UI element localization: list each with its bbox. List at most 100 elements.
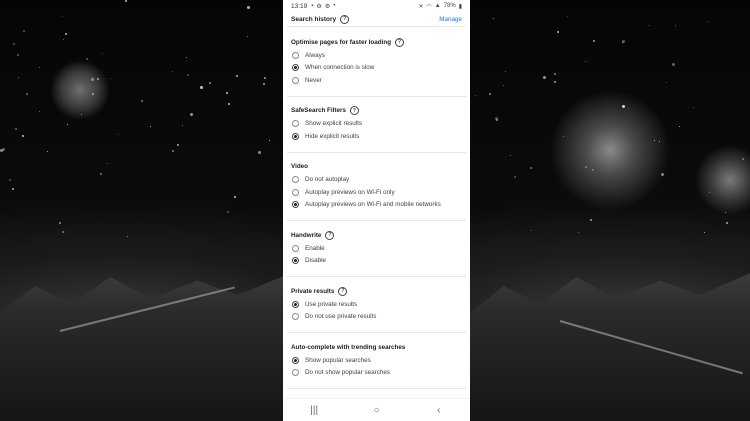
star: [81, 114, 82, 115]
star: [649, 25, 650, 26]
star: [247, 36, 248, 37]
settings-section: Auto-complete with trending searches Show…: [287, 332, 466, 388]
radio-option[interactable]: Use private results: [287, 298, 466, 311]
star: [263, 83, 265, 85]
star: [92, 93, 94, 95]
radio-checked-icon[interactable]: [292, 132, 299, 140]
notification-icons: ▪ ⚙ ⚙ •: [311, 3, 335, 10]
radio-checked-icon[interactable]: [292, 201, 299, 209]
radio-option[interactable]: Do not show popular searches: [287, 367, 466, 380]
radio-checked-icon[interactable]: [292, 64, 299, 72]
section-title: SafeSearch Filters?: [287, 104, 466, 118]
home-icon[interactable]: ○: [366, 405, 386, 416]
star: [661, 173, 664, 176]
gear-icon: ⚙: [316, 3, 322, 10]
star: [63, 39, 64, 40]
star: [578, 232, 579, 233]
star: [666, 82, 667, 83]
radio-unchecked-icon[interactable]: [292, 188, 299, 196]
star: [554, 73, 556, 75]
star: [543, 76, 546, 79]
star: [679, 126, 680, 127]
radio-unchecked-icon[interactable]: [292, 176, 299, 184]
star: [505, 71, 506, 72]
recents-icon[interactable]: |||: [304, 405, 324, 416]
star: [15, 128, 17, 130]
help-icon[interactable]: ?: [338, 286, 348, 296]
star: [228, 103, 230, 105]
star: [654, 140, 655, 141]
radio-unchecked-icon[interactable]: [292, 369, 299, 377]
message-icon: ▪: [311, 2, 314, 9]
radio-option-label: Use private results: [305, 300, 358, 308]
star: [200, 86, 203, 89]
manage-link[interactable]: Manage: [439, 16, 462, 23]
star: [590, 219, 592, 221]
star: [182, 125, 183, 126]
star: [39, 67, 40, 68]
radio-unchecked-icon[interactable]: [292, 76, 299, 84]
star: [554, 81, 556, 83]
radio-unchecked-icon[interactable]: [292, 313, 299, 321]
star: [628, 108, 629, 109]
help-icon[interactable]: ?: [395, 37, 405, 47]
star: [59, 222, 61, 224]
star: [675, 25, 676, 26]
star: [672, 63, 675, 66]
radio-checked-icon[interactable]: [292, 356, 299, 364]
radio-checked-icon[interactable]: [292, 300, 299, 308]
section-title: Auto-complete with trending searches: [287, 340, 466, 354]
radio-unchecked-icon[interactable]: [292, 120, 299, 128]
section-title-label: Private results: [291, 287, 335, 295]
section-title-label: Video: [291, 163, 309, 170]
star: [585, 61, 586, 62]
star: [493, 18, 494, 19]
star: [107, 163, 108, 164]
help-icon[interactable]: ?: [349, 106, 359, 115]
radio-option-label: Autoplay previews on Wi-Fi and mobile ne…: [305, 201, 441, 209]
radio-option[interactable]: Show popular searches: [287, 354, 466, 367]
radio-option[interactable]: Hide explicit results: [287, 130, 466, 143]
radio-checked-icon[interactable]: [292, 257, 299, 265]
radio-option[interactable]: Never: [287, 74, 466, 87]
star: [62, 231, 64, 233]
star: [725, 212, 726, 213]
status-bar: 13:19 ▪ ⚙ ⚙ • ✕ ◠ ▲ 78% ▮: [283, 0, 470, 12]
star: [622, 105, 625, 108]
settings-section: Handwrite? Enable Disable: [287, 220, 466, 276]
radio-option[interactable]: Do not autoplay: [287, 174, 466, 187]
help-icon[interactable]: ?: [340, 14, 350, 24]
star: [141, 100, 143, 102]
back-icon[interactable]: ‹: [429, 405, 449, 416]
radio-option-label: Do not show popular searches: [305, 369, 391, 377]
radio-unchecked-icon[interactable]: [292, 51, 299, 59]
radio-option[interactable]: Enable: [287, 242, 466, 255]
radio-option[interactable]: Do not use private results: [287, 311, 466, 324]
radio-option[interactable]: Always: [287, 49, 466, 62]
star: [269, 140, 270, 141]
dot-icon: •: [333, 2, 336, 9]
radio-option[interactable]: Show explicit results: [287, 118, 466, 131]
radio-option[interactable]: Autoplay previews on Wi-Fi and mobile ne…: [287, 199, 466, 212]
star: [707, 21, 708, 22]
star: [150, 126, 151, 127]
radio-option-label: Never: [305, 76, 322, 84]
star: [127, 236, 128, 237]
star: [12, 188, 14, 190]
radio-unchecked-icon[interactable]: [292, 244, 299, 252]
star: [18, 77, 19, 78]
star: [563, 136, 564, 137]
radio-option-label: Do not autoplay: [305, 176, 350, 184]
star: [726, 222, 728, 224]
settings-section: SafeSearch Filters? Show explicit results…: [287, 95, 466, 152]
star: [209, 82, 211, 84]
settings-section: Optimise pages for faster loading? Always…: [287, 26, 466, 96]
star: [531, 230, 532, 231]
help-icon[interactable]: ?: [325, 230, 335, 240]
radio-option-label: Show explicit results: [305, 120, 363, 128]
radio-option[interactable]: When connection is slow: [287, 62, 466, 75]
radio-option[interactable]: Disable: [287, 255, 466, 268]
star: [592, 169, 594, 171]
radio-option[interactable]: Autoplay previews on Wi-Fi only: [287, 186, 466, 199]
star: [234, 196, 236, 198]
